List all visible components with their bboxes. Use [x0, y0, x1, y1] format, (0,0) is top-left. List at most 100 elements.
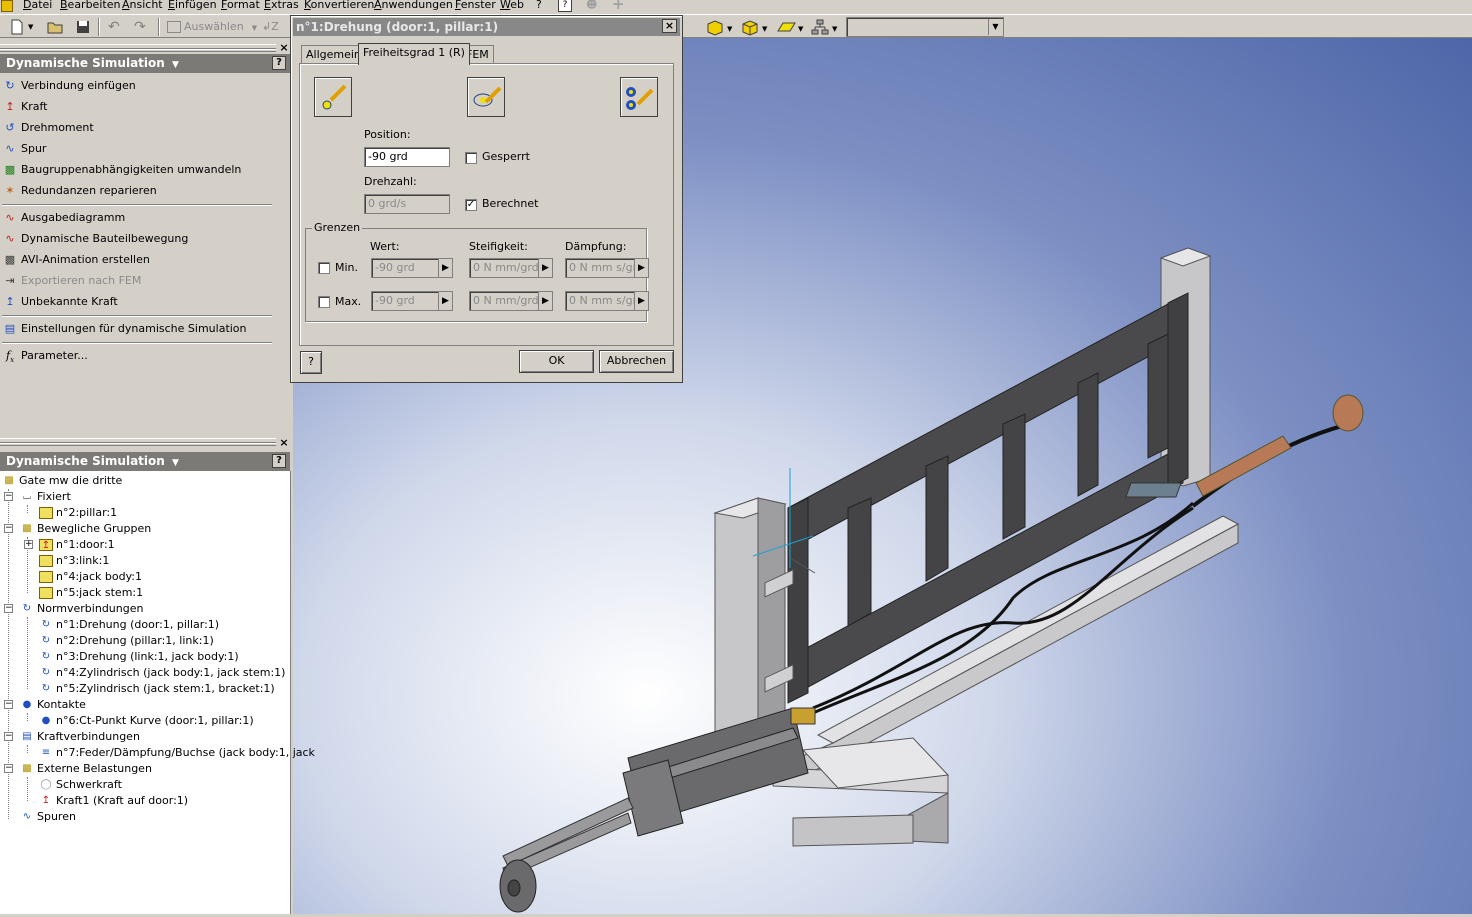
- tree-item[interactable]: ◯ Schwerkraft: [39, 777, 122, 793]
- menu-extras[interactable]: Extras: [264, 0, 299, 12]
- whats-this-icon[interactable]: ?: [558, 0, 572, 12]
- menu-datei[interactable]: Datei: [23, 0, 52, 12]
- min-stiffness-input[interactable]: 0 N mm/grd ▶: [469, 258, 553, 278]
- tree-item[interactable]: ↻ n°2:Drehung (pillar:1, link:1): [39, 633, 214, 649]
- tree-node-fixed[interactable]: ⌴ Fixiert: [20, 489, 71, 505]
- dialog-help-button[interactable]: ?: [300, 351, 322, 374]
- people-icon[interactable]: ☻: [586, 0, 600, 12]
- panel-title-bar[interactable]: Dynamische Simulation ▼ ?: [0, 452, 290, 471]
- collapse-icon[interactable]: −: [4, 492, 13, 501]
- arrow-right-icon[interactable]: ▶: [634, 259, 648, 277]
- menu-einfuegen[interactable]: Einfügen: [168, 0, 217, 12]
- plus-icon[interactable]: +: [612, 0, 626, 12]
- tab-dof-1[interactable]: Freiheitsgrad 1 (R): [358, 43, 470, 65]
- collapse-icon[interactable]: −: [4, 764, 13, 773]
- open-folder-icon[interactable]: [46, 18, 64, 36]
- menu-bearbeiten[interactable]: Bearbeiten: [60, 0, 120, 12]
- close-icon[interactable]: ×: [662, 19, 677, 33]
- tree-item[interactable]: n°5:jack stem:1: [39, 585, 143, 601]
- cmd-convert-constraints[interactable]: ▩ Baugruppenabhängigkeiten umwandeln: [2, 160, 242, 180]
- tree-node-mobile-groups[interactable]: ▩ Bewegliche Gruppen: [20, 521, 151, 537]
- cmd-unknown-force[interactable]: ↥ Unbekannte Kraft: [2, 292, 117, 312]
- cmd-force[interactable]: ↥ Kraft: [2, 97, 47, 117]
- tab-general[interactable]: Allgemein: [301, 45, 366, 65]
- view-cube-icon[interactable]: ▼: [705, 18, 735, 36]
- arrow-right-icon[interactable]: ▶: [438, 259, 452, 277]
- cmd-dynamic-part-motion[interactable]: ∿ Dynamische Bauteilbewegung: [2, 229, 188, 249]
- ground-plane-icon[interactable]: ▼: [776, 18, 806, 36]
- panel-grip[interactable]: [0, 49, 276, 52]
- menu-anwendungen[interactable]: Anwendungen: [374, 0, 453, 12]
- redo-icon[interactable]: ↷: [134, 18, 152, 36]
- tree-item[interactable]: ↻ n°5:Zylindrisch (jack stem:1, bracket:1…: [39, 681, 275, 697]
- close-icon[interactable]: ×: [278, 437, 290, 449]
- style-combo[interactable]: ▼: [846, 17, 1004, 37]
- speed-input[interactable]: 0 grd/s: [364, 194, 450, 214]
- edit-joint-torque-button[interactable]: [620, 77, 658, 117]
- chevron-down-icon[interactable]: ▼: [172, 458, 179, 468]
- tree-item[interactable]: ● n°6:Ct-Punkt Kurve (door:1, pillar:1): [39, 713, 254, 729]
- min-value-input[interactable]: -90 grd ▶: [371, 258, 453, 278]
- edit-initial-conditions-button[interactable]: [314, 77, 352, 117]
- min-checkbox[interactable]: [318, 262, 330, 274]
- menu-fenster[interactable]: Fenster: [455, 0, 496, 12]
- cmd-simulation-settings[interactable]: ▤ Einstellungen für dynamische Simulation: [2, 319, 247, 339]
- tree-node-external-loads[interactable]: ▩ Externe Belastungen: [20, 761, 152, 777]
- tree-item[interactable]: ↻ n°3:Drehung (link:1, jack body:1): [39, 649, 239, 665]
- menu-help[interactable]: ?: [536, 0, 542, 12]
- chevron-down-icon[interactable]: ▼: [172, 60, 179, 70]
- menu-konvertieren[interactable]: Konvertieren: [304, 0, 374, 12]
- cmd-export-fem[interactable]: ⇥ Exportieren nach FEM: [2, 271, 141, 291]
- tree-item[interactable]: ↻ n°1:Drehung (door:1, pillar:1): [39, 617, 219, 633]
- ok-button[interactable]: OK: [519, 350, 594, 373]
- cmd-trace[interactable]: ∿ Spur: [2, 139, 46, 159]
- arrow-right-icon[interactable]: ▶: [538, 292, 552, 310]
- collapse-icon[interactable]: −: [4, 732, 13, 741]
- tree-item[interactable]: n°2:pillar:1: [39, 505, 117, 521]
- cancel-button[interactable]: Abbrechen: [599, 350, 674, 373]
- tree-node-standard-joints[interactable]: ↻ Normverbindungen: [20, 601, 144, 617]
- max-stiffness-input[interactable]: 0 N mm/grd ▶: [469, 291, 553, 311]
- panel-grip[interactable]: [0, 443, 276, 446]
- close-icon[interactable]: ×: [278, 42, 290, 54]
- shaded-display-icon[interactable]: ▼: [740, 18, 770, 36]
- undo-icon[interactable]: ↶: [108, 18, 126, 36]
- new-dropdown-icon[interactable]: ▼: [28, 18, 38, 36]
- tree-node-contacts[interactable]: ● Kontakte: [20, 697, 86, 713]
- help-icon[interactable]: ?: [272, 56, 286, 70]
- edit-imposed-motion-button[interactable]: [467, 77, 505, 117]
- locked-checkbox[interactable]: [465, 152, 477, 164]
- tree-root[interactable]: ▩ Gate mw die dritte: [2, 473, 122, 489]
- tree-item[interactable]: ↥ Kraft1 (Kraft auf door:1): [39, 793, 188, 809]
- max-checkbox[interactable]: [318, 296, 330, 308]
- panel-title-bar[interactable]: Dynamische Simulation ▼ ?: [0, 54, 290, 73]
- cmd-repair-redundancies[interactable]: ✶ Redundanzen reparieren: [2, 181, 156, 201]
- cmd-avi-animation[interactable]: ▩ AVI-Animation erstellen: [2, 250, 150, 270]
- collapse-icon[interactable]: −: [4, 524, 13, 533]
- save-icon[interactable]: [74, 18, 92, 36]
- return-button[interactable]: ↲Z: [262, 18, 292, 36]
- tree-node-force-joints[interactable]: ▤ Kraftverbindungen: [20, 729, 140, 745]
- menu-web[interactable]: Web: [500, 0, 524, 12]
- collapse-icon[interactable]: −: [4, 604, 13, 613]
- tree-node-traces[interactable]: ∿ Spuren: [20, 809, 76, 825]
- tree-item[interactable]: ≡ n°7:Feder/Dämpfung/Buchse (jack body:1,…: [39, 745, 315, 761]
- new-file-icon[interactable]: [8, 18, 26, 36]
- tree-item[interactable]: ↥ n°1:door:1: [39, 537, 115, 553]
- tree-item[interactable]: n°4:jack body:1: [39, 569, 142, 585]
- select-button[interactable]: Auswählen ▼: [167, 18, 257, 36]
- max-damping-input[interactable]: 0 N mm s/gr ▶: [565, 291, 649, 311]
- cmd-insert-joint[interactable]: ↻ Verbindung einfügen: [2, 76, 135, 96]
- help-icon[interactable]: ?: [272, 454, 286, 468]
- cmd-torque[interactable]: ↺ Drehmoment: [2, 118, 93, 138]
- cmd-parameter[interactable]: fx Parameter...: [2, 346, 88, 366]
- collapse-icon[interactable]: −: [4, 700, 13, 709]
- arrow-right-icon[interactable]: ▶: [538, 259, 552, 277]
- expand-icon[interactable]: +: [24, 540, 33, 549]
- tree-item[interactable]: n°3:link:1: [39, 553, 109, 569]
- computed-checkbox[interactable]: ✓: [465, 199, 477, 211]
- cmd-output-grapher[interactable]: ∿ Ausgabediagramm: [2, 208, 125, 228]
- arrow-right-icon[interactable]: ▶: [438, 292, 452, 310]
- position-input[interactable]: -90 grd: [364, 147, 450, 167]
- chevron-down-icon[interactable]: ▼: [988, 19, 1002, 35]
